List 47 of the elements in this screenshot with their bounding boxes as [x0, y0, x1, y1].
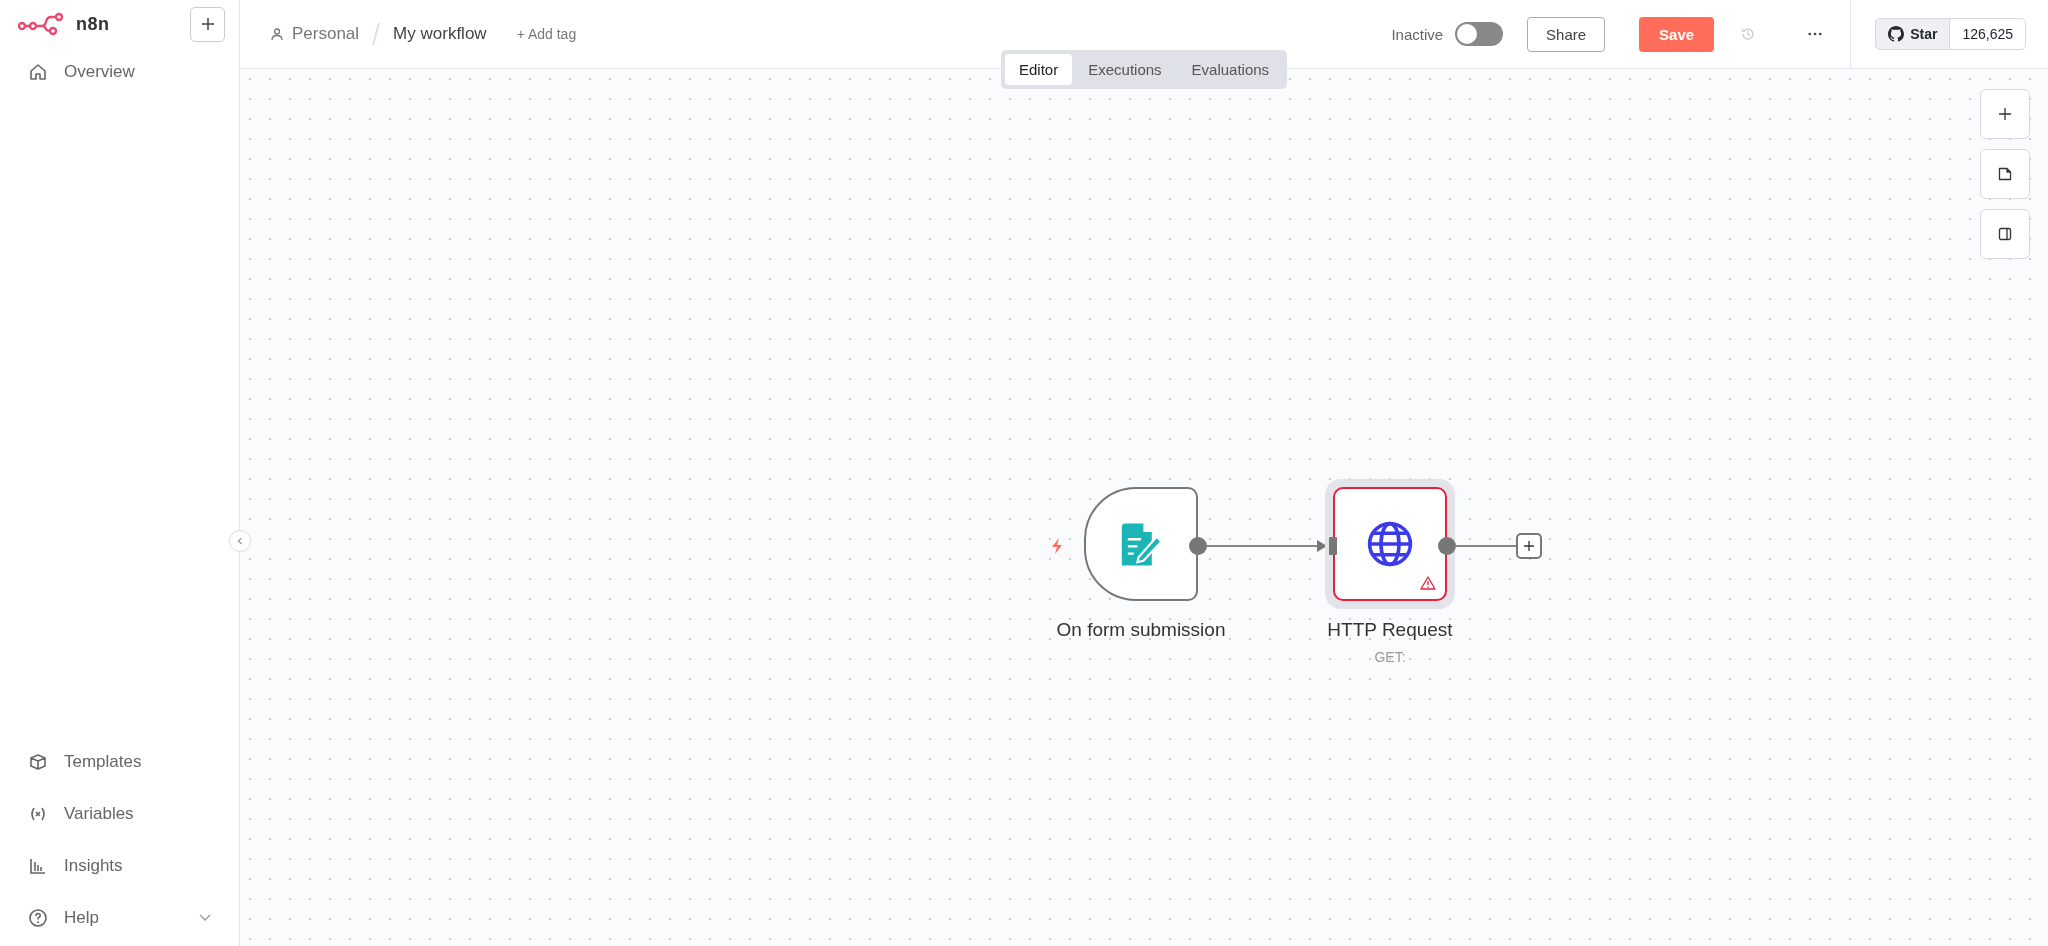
lightning-icon	[1050, 537, 1064, 555]
status-label: Inactive	[1391, 25, 1444, 43]
sidebar-item[interactable]: Templates	[12, 746, 227, 778]
note-icon	[1997, 166, 2013, 182]
logo-icon	[18, 12, 66, 36]
view-tab[interactable]: Executions	[1074, 54, 1176, 85]
plus-icon	[1997, 106, 2013, 122]
github-icon	[1888, 26, 1905, 42]
user-icon	[270, 27, 284, 41]
sidebar-item[interactable]: Insights	[12, 850, 227, 882]
workflow-node[interactable]	[1084, 487, 1198, 601]
globe-icon	[1366, 520, 1414, 568]
output-port[interactable]	[1189, 537, 1207, 555]
plus-icon	[199, 16, 216, 32]
help-icon	[28, 908, 48, 928]
logo-text: n8n	[76, 13, 110, 35]
node-title: On form submission	[1056, 619, 1226, 641]
connection-line	[1456, 545, 1516, 547]
sidebar-item[interactable]: Help	[12, 902, 227, 934]
sticky-note-button[interactable]	[1980, 149, 2030, 199]
chevron-down-icon	[199, 914, 211, 922]
sidebar-item[interactable]: Variables	[12, 798, 227, 830]
github-star-button[interactable]: Star	[1875, 18, 1951, 50]
more-icon[interactable]	[1808, 32, 1823, 36]
active-toggle[interactable]	[1455, 22, 1504, 46]
home-icon	[28, 62, 48, 82]
node-subtitle: GET:	[1374, 649, 1406, 665]
chevron-left-icon	[237, 537, 243, 545]
plus-icon	[1522, 539, 1536, 553]
box-icon	[28, 752, 48, 772]
add-tag-button[interactable]: + Add tag	[510, 25, 583, 43]
input-port[interactable]	[1329, 537, 1337, 555]
node-title: HTTP Request	[1327, 619, 1453, 641]
share-button[interactable]: Share	[1527, 16, 1606, 52]
workflow-node[interactable]	[1333, 487, 1447, 601]
side-panel-button[interactable]	[1980, 209, 2030, 259]
warning-icon	[1420, 576, 1436, 590]
workflow-name[interactable]: My workflow	[393, 24, 487, 44]
bar-chart-icon	[28, 856, 48, 876]
panel-icon	[1997, 226, 2013, 242]
create-button[interactable]	[190, 6, 225, 42]
star-count: 126,625	[1950, 18, 2026, 50]
project-link[interactable]: Personal	[292, 24, 360, 44]
view-tab[interactable]: Evaluations	[1177, 54, 1284, 85]
view-tab[interactable]: Editor	[1005, 54, 1073, 85]
add-node-button[interactable]	[1516, 533, 1542, 559]
sidebar-item[interactable]: Overview	[12, 56, 227, 88]
